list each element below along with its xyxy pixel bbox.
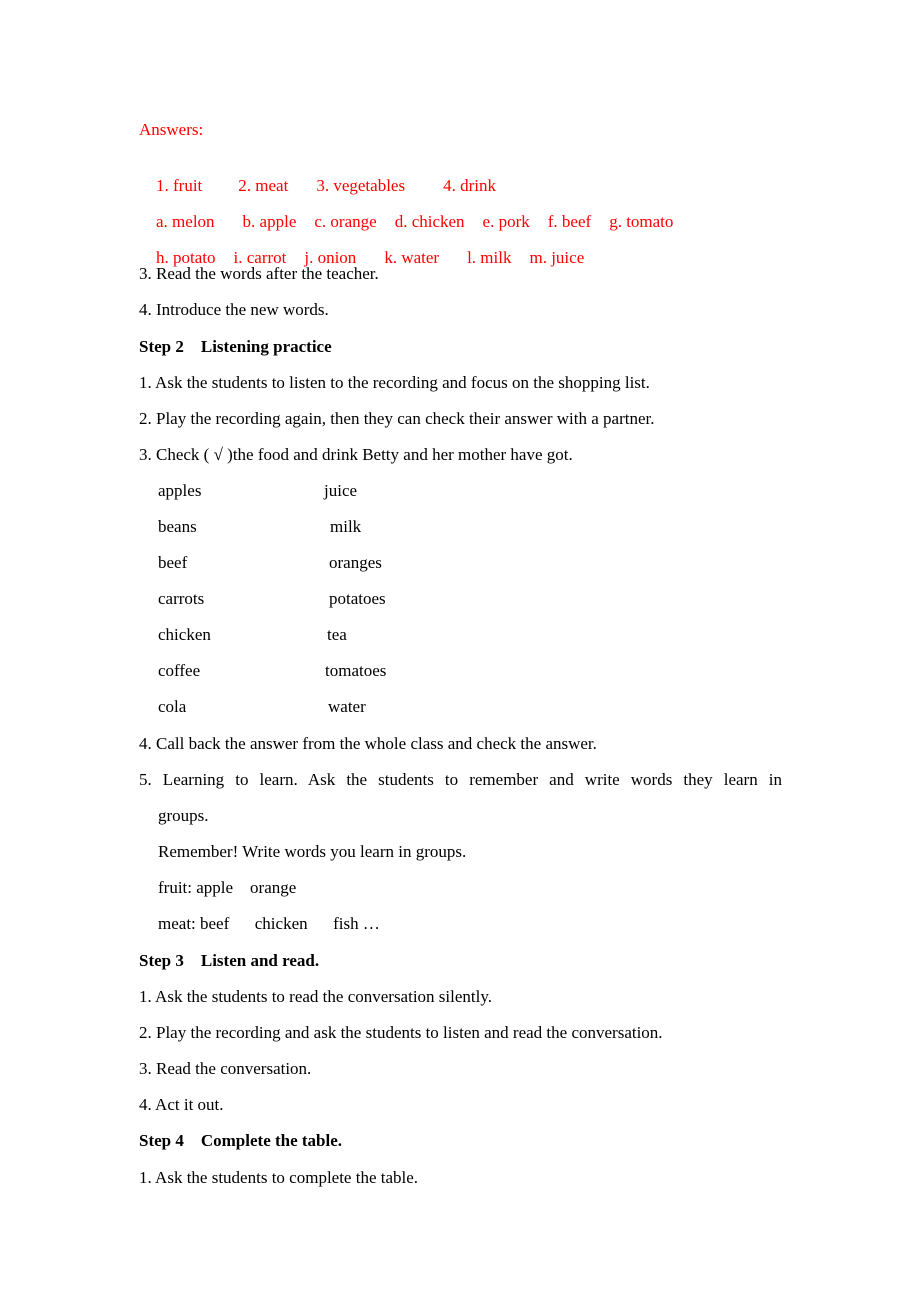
step3-item: 2. Play the recording and ask the studen… <box>139 1023 663 1042</box>
answer-item: m. juice <box>529 248 585 267</box>
step1-item: 4. Introduce the new words. <box>139 300 329 319</box>
fruit-group: fruit: apple orange <box>158 878 297 897</box>
checklist-item: milk <box>330 517 362 536</box>
step3-item: 1. Ask the students to read the conversa… <box>139 987 492 1006</box>
checklist-item: chicken <box>158 625 211 644</box>
checklist-item: coffee <box>158 661 201 680</box>
step3-item: 3. Read the conversation. <box>139 1059 312 1078</box>
checklist-item: tea <box>327 625 347 644</box>
answers-heading: Answers: <box>139 120 204 139</box>
answer-item: g. tomato <box>609 212 674 231</box>
checklist-item: potatoes <box>329 589 386 608</box>
answer-item: k. water <box>384 248 440 267</box>
remember-note: Remember! Write words you learn in group… <box>158 842 467 861</box>
checklist-item: juice <box>324 481 358 500</box>
checklist-item: beans <box>158 517 197 536</box>
step3-item: 4. Act it out. <box>139 1095 224 1114</box>
checklist-item: water <box>328 697 366 716</box>
checklist-item: beef <box>158 553 188 572</box>
checklist-item: tomatoes <box>325 661 387 680</box>
step2-item: 4. Call back the answer from the whole c… <box>139 734 597 753</box>
step2-heading: Step 2 Listening practice <box>139 337 332 356</box>
meat-group: meat: beef chicken fish … <box>158 914 380 933</box>
step4-item: 1. Ask the students to complete the tabl… <box>139 1168 419 1187</box>
step2-item: 1. Ask the students to listen to the rec… <box>139 373 650 392</box>
answer-item: l. milk <box>467 248 512 267</box>
step2-item-continuation: groups. <box>158 806 209 825</box>
step4-heading: Step 4 Complete the table. <box>139 1131 343 1150</box>
checklist-item: cola <box>158 697 187 716</box>
checklist-item: carrots <box>158 589 205 608</box>
checklist-item: oranges <box>329 553 382 572</box>
step2-item: 3. Check ( √ )the food and drink Betty a… <box>139 445 573 464</box>
step2-item: 5. Learning to learn. Ask the students t… <box>139 770 782 789</box>
checklist-item: apples <box>158 481 202 500</box>
step2-item: 2. Play the recording again, then they c… <box>139 409 655 428</box>
step1-item: 3. Read the words after the teacher. <box>139 264 379 283</box>
step3-heading: Step 3 Listen and read. <box>139 951 320 970</box>
